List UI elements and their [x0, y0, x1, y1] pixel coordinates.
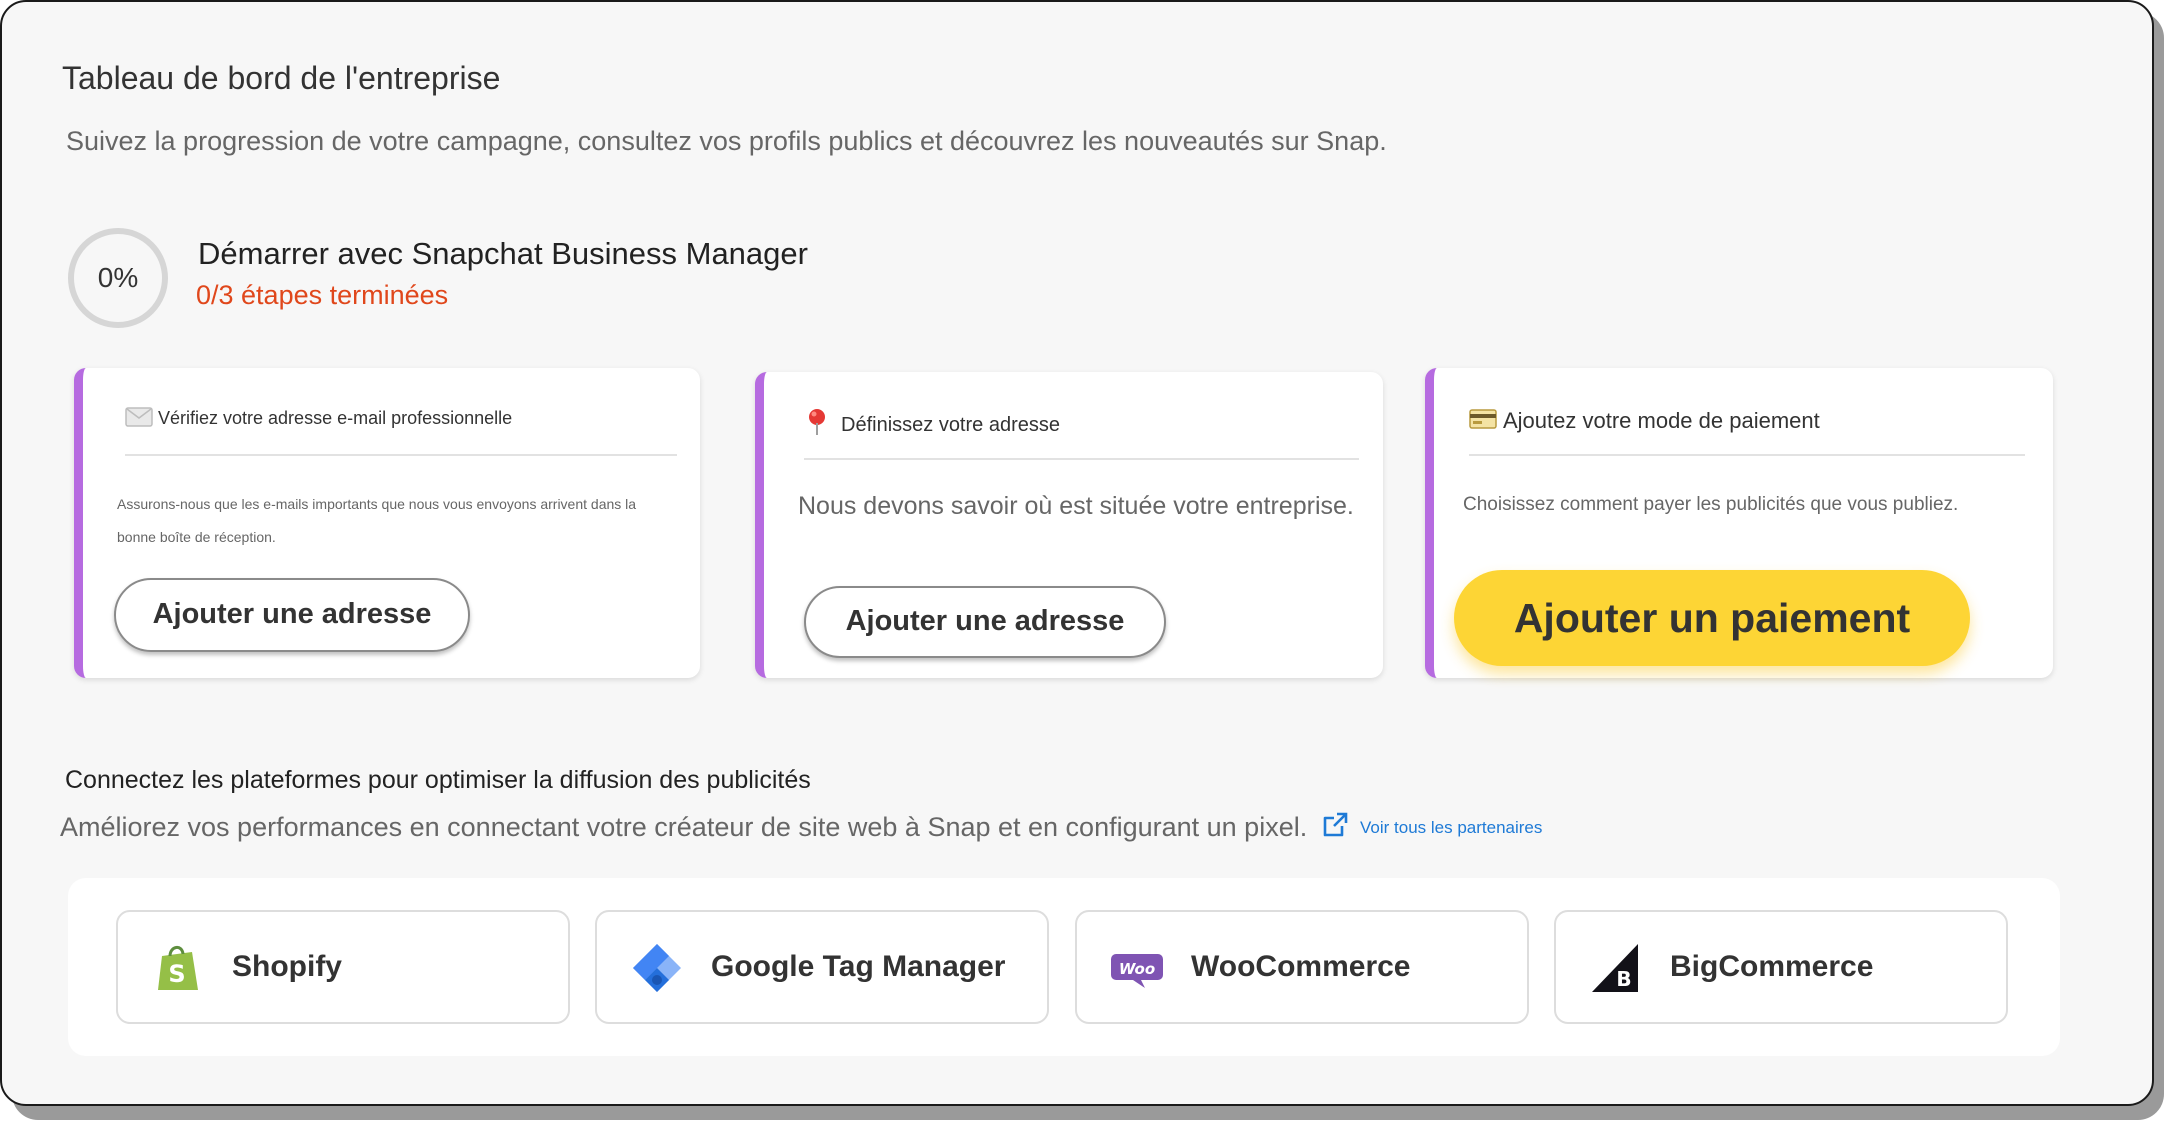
card-heading: Définissez votre adresse — [841, 414, 1060, 436]
envelope-icon — [125, 407, 153, 427]
set-address-card: Définissez votre adresse Nous devons sav… — [755, 372, 1383, 678]
add-address-button[interactable]: Ajouter une adresse — [804, 586, 1166, 658]
page-title: Tableau de bord de l'entreprise — [62, 60, 501, 96]
shopify-icon: S — [158, 946, 198, 990]
google-tag-manager-icon — [633, 944, 681, 992]
add-payment-button[interactable]: Ajouter un paiement — [1454, 570, 1970, 666]
onboarding-title: Démarrer avec Snapchat Business Manager — [198, 236, 808, 271]
platform-bigcommerce[interactable]: B BigCommerce — [1554, 910, 2008, 1024]
see-all-partners-link[interactable]: Voir tous les partenaires — [1360, 818, 1542, 838]
card-divider — [804, 458, 1359, 460]
payment-method-card: Ajoutez votre mode de paiement Choisisse… — [1425, 368, 2053, 678]
platform-name: BigCommerce — [1670, 950, 1874, 983]
onboarding-steps-status: 0/3 étapes terminées — [196, 280, 449, 310]
pin-icon — [809, 409, 825, 435]
external-link-icon[interactable] — [1320, 810, 1350, 840]
page-subtitle: Suivez la progression de votre campagne,… — [66, 126, 1387, 156]
platform-shopify[interactable]: S Shopify — [116, 910, 570, 1024]
platform-woocommerce[interactable]: Woo WooCommerce — [1075, 910, 1529, 1024]
dashboard-window: Tableau de bord de l'entreprise Suivez l… — [0, 0, 2154, 1106]
card-divider — [125, 454, 677, 456]
bigcommerce-icon: B — [1592, 944, 1638, 992]
progress-percentage: 0% — [97, 262, 139, 293]
add-email-address-button[interactable]: Ajouter une adresse — [114, 578, 470, 652]
card-body: Assurons-nous que les e-mails importants… — [117, 496, 637, 545]
svg-text:S: S — [168, 960, 185, 988]
card-divider — [1469, 454, 2025, 456]
card-heading: Vérifiez votre adresse e-mail profession… — [158, 408, 513, 428]
card-body: Choisissez comment payer les publicités … — [1463, 494, 1959, 515]
woocommerce-icon: Woo — [1111, 954, 1163, 988]
svg-text:Woo: Woo — [1119, 960, 1155, 978]
platform-name: WooCommerce — [1191, 950, 1411, 983]
card-heading: Ajoutez votre mode de paiement — [1503, 408, 1820, 433]
credit-card-icon — [1469, 409, 1497, 429]
platforms-section-title: Connectez les plateformes pour optimiser… — [65, 766, 811, 794]
svg-text:B: B — [1616, 967, 1631, 991]
card-body: Nous devons savoir où est située votre e… — [798, 492, 1354, 520]
platform-name: Shopify — [232, 950, 342, 983]
platform-name: Google Tag Manager — [711, 950, 1006, 983]
platform-google-tag-manager[interactable]: Google Tag Manager — [595, 910, 1049, 1024]
verify-email-card: Vérifiez votre adresse e-mail profession… — [74, 368, 700, 678]
platforms-section-subtitle: Améliorez vos performances en connectant… — [60, 812, 1308, 842]
